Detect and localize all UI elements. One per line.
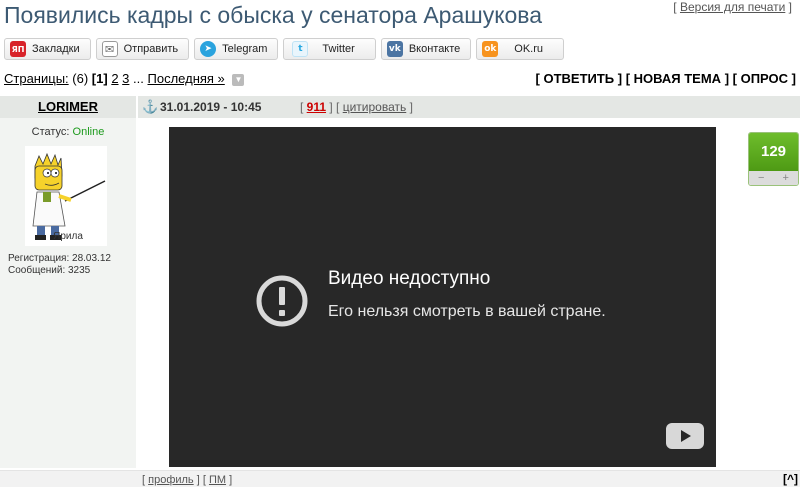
vk-icon: vk	[386, 41, 403, 57]
warning-icon	[256, 275, 308, 327]
share-bar: ЯП Закладки ✉ Отправить ➤ Telegram t Twi…	[4, 38, 565, 60]
reply-button[interactable]: ОТВЕТИТЬ	[543, 71, 614, 86]
share-telegram-button[interactable]: ➤ Telegram	[194, 38, 279, 60]
author-panel: Статус: Online Ярила Регистрация: 28.03.…	[0, 118, 136, 468]
mail-icon: ✉	[101, 41, 118, 57]
pagination-current: [1]	[91, 71, 108, 86]
rating-plus-button[interactable]: +	[783, 171, 789, 185]
post-author[interactable]: LORIMER	[0, 96, 136, 118]
video-player[interactable]: Видео недоступно Его нельзя смотреть в в…	[169, 127, 716, 467]
share-twitter-button[interactable]: t Twitter	[283, 38, 376, 60]
pagination-ellipsis: ...	[133, 71, 144, 86]
post-header-divider	[136, 96, 138, 118]
pagination-count: (6)	[72, 71, 89, 86]
yandex-bookmarks-icon: ЯП	[10, 41, 26, 57]
post-number-link[interactable]: 911	[307, 100, 326, 114]
post-rating: 129 − +	[748, 132, 799, 186]
youtube-logo-icon[interactable]	[666, 423, 704, 449]
pagination-label[interactable]: Страницы:	[4, 71, 69, 86]
pagination-page-2[interactable]: 2	[111, 71, 118, 86]
print-version-link[interactable]: Версия для печати	[680, 0, 785, 14]
author-status-value: Online	[72, 126, 105, 138]
share-mail-button[interactable]: ✉ Отправить	[95, 38, 190, 60]
quote-link[interactable]: цитировать	[343, 100, 407, 114]
scroll-top-button[interactable]: [^]	[783, 472, 798, 486]
rating-value: 129	[749, 133, 798, 171]
telegram-icon: ➤	[200, 41, 217, 57]
pagination-last[interactable]: Последняя »	[148, 71, 225, 86]
share-ok-label: OK.ru	[514, 43, 544, 55]
chevron-down-icon[interactable]: ▼	[232, 73, 245, 86]
rating-minus-button[interactable]: −	[758, 171, 764, 185]
profile-link[interactable]: профиль	[148, 474, 194, 486]
share-ok-button[interactable]: ok OK.ru	[476, 38, 565, 60]
author-messages: Сообщений: 3235	[8, 265, 91, 276]
page-title: Появились кадры с обыска у сенатора Араш…	[4, 2, 543, 28]
share-bookmarks-label: Закладки	[32, 43, 80, 55]
ok-icon: ok	[482, 41, 499, 57]
poll-button[interactable]: ОПРОС	[741, 71, 788, 86]
author-status-label: Статус:	[31, 126, 70, 138]
video-error-message: Его нельзя смотреть в вашей стране.	[328, 303, 606, 320]
post-date: 31.01.2019 - 10:45	[160, 100, 262, 114]
print-version: [ Версия для печати ]	[673, 0, 792, 14]
pagination-page-3[interactable]: 3	[122, 71, 129, 86]
post-footer: [ профиль ] [ ПМ ] [^]	[0, 470, 800, 487]
post-footer-links: [ профиль ] [ ПМ ]	[142, 474, 233, 486]
post-links: [ 911 ] [ цитировать ]	[300, 100, 413, 114]
new-topic-button[interactable]: НОВАЯ ТЕМА	[634, 71, 721, 86]
share-bookmarks-button[interactable]: ЯП Закладки	[4, 38, 91, 60]
author-registration: Регистрация: 28.03.12	[8, 253, 111, 264]
twitter-icon: t	[292, 41, 309, 57]
share-telegram-label: Telegram	[222, 43, 268, 55]
rating-controls: − +	[749, 171, 798, 185]
topic-actions: [ ОТВЕТИТЬ ] [ НОВАЯ ТЕМА ] [ ОПРОС ]	[535, 71, 796, 86]
share-twitter-label: Twitter	[322, 43, 355, 55]
author-meta: Регистрация: 28.03.12 Сообщений: 3235	[8, 253, 111, 277]
post-header: LORIMER ⚓ 31.01.2019 - 10:45 [ 911 ] [ ц…	[0, 96, 800, 118]
anchor-icon[interactable]: ⚓	[142, 99, 158, 115]
share-mail-label: Отправить	[123, 43, 179, 55]
avatar-caption: Ярила	[53, 231, 83, 242]
share-vk-label: Вконтакте	[408, 43, 461, 55]
author-status: Статус: Online	[0, 126, 136, 138]
video-error-title: Видео недоступно	[328, 268, 491, 289]
pm-link[interactable]: ПМ	[209, 474, 226, 486]
share-vk-button[interactable]: vk Вконтакте	[380, 38, 472, 60]
pagination: Страницы: (6) [1] 2 3 ... Последняя » ▼	[4, 71, 245, 86]
